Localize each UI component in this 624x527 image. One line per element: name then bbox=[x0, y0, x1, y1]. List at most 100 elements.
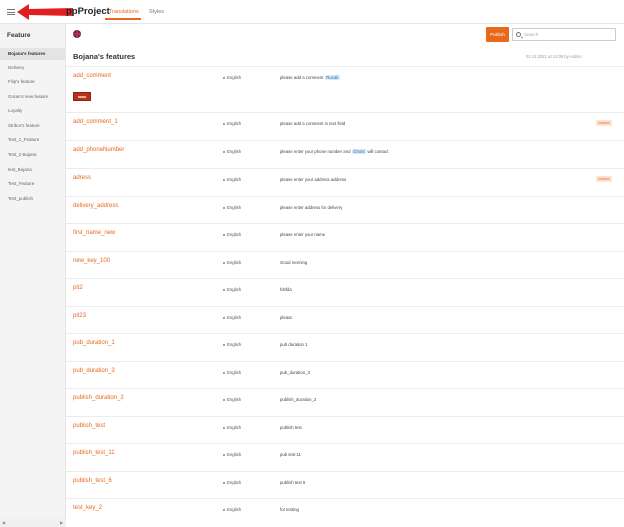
row-value[interactable]: publish test 6 bbox=[280, 480, 305, 485]
sidebar-item-loyalty[interactable]: Loyalty bbox=[0, 105, 65, 117]
row-value[interactable]: pub test 11 bbox=[280, 452, 301, 457]
table-row[interactable]: new_key_100 English Good morning bbox=[66, 251, 624, 278]
sidebar-item-test-feature[interactable]: Test_Feature bbox=[0, 178, 65, 190]
row-language: English bbox=[223, 315, 241, 320]
row-key[interactable]: publish_test_6 bbox=[73, 478, 112, 484]
sidebar-item-filips-feature[interactable]: Filip's feature bbox=[0, 76, 65, 88]
row-language: English bbox=[223, 480, 241, 485]
custom-badge: custom bbox=[596, 176, 612, 182]
sidebar-item-delivery[interactable]: Delivery bbox=[0, 62, 65, 74]
row-key[interactable]: add_comment bbox=[73, 73, 111, 79]
sidebar-item-test-bojana[interactable]: test_Bojana bbox=[0, 164, 65, 176]
table-row[interactable]: pub_duration_1 English pub duration 1 bbox=[66, 333, 624, 361]
row-language-label: English bbox=[227, 370, 242, 375]
sidebar-item-bojanas-features[interactable]: Bojana's features bbox=[0, 48, 65, 60]
row-key[interactable]: pub_duration_3 bbox=[73, 368, 115, 374]
table-row[interactable]: test_key_2 English for testing bbox=[66, 498, 624, 526]
table-row[interactable]: publish_test_6 English publish test 6 bbox=[66, 471, 624, 498]
row-language: English bbox=[223, 177, 241, 182]
row-language: English bbox=[223, 342, 241, 347]
uk-flag-icon[interactable] bbox=[73, 30, 81, 38]
top-bar: ppProject Translations Styles bbox=[0, 0, 624, 24]
row-value-text: fdsfda bbox=[280, 287, 292, 292]
row-key[interactable]: first_name_new bbox=[73, 230, 115, 236]
row-value[interactable]: please enter your name bbox=[280, 232, 325, 237]
row-language-label: English bbox=[227, 149, 242, 154]
sidebar-horizontal-scrollbar[interactable]: ◀ ▶ bbox=[0, 519, 66, 527]
table-row[interactable]: delivery_address English please enter ad… bbox=[66, 196, 624, 223]
tab-translations[interactable]: Translations bbox=[109, 9, 139, 15]
sidebar-item-test-2-bojana[interactable]: Test_2 Bojana bbox=[0, 149, 65, 161]
table-row[interactable]: add_phoneNumber English please enter you… bbox=[66, 140, 624, 168]
search-input[interactable] bbox=[524, 30, 612, 39]
table-row[interactable]: publish_duration_2 English publish_durat… bbox=[66, 388, 624, 416]
row-key[interactable]: pit2 bbox=[73, 285, 83, 291]
row-key[interactable]: add_phoneNumber bbox=[73, 147, 124, 153]
row-language-label: English bbox=[227, 507, 242, 512]
scroll-left-arrow-icon[interactable]: ◀ bbox=[2, 520, 5, 525]
row-value-text: Good morning bbox=[280, 260, 308, 265]
table-row[interactable]: first_name_new English please enter your… bbox=[66, 223, 624, 251]
row-key[interactable]: add_comment_1 bbox=[73, 119, 118, 125]
sidebar-item-test-1-feature[interactable]: Test_1_Feature bbox=[0, 134, 65, 146]
row-value[interactable]: pleaat bbox=[280, 315, 292, 320]
row-value-text: please enter your address address bbox=[280, 177, 347, 182]
row-key[interactable]: pub_duration_1 bbox=[73, 340, 115, 346]
table-row[interactable]: add_comment English please add a comment… bbox=[66, 66, 624, 112]
row-value[interactable]: publish test bbox=[280, 425, 302, 430]
row-key[interactable]: publish_test bbox=[73, 423, 105, 429]
row-language: English bbox=[223, 507, 241, 512]
sidebar-item-stribors-feature[interactable]: Stribor's feature bbox=[0, 120, 65, 132]
row-value[interactable]: pub duration 1 bbox=[280, 342, 307, 347]
row-value[interactable]: Good morning bbox=[280, 260, 307, 265]
language-dot-icon bbox=[223, 76, 225, 79]
row-language-label: English bbox=[227, 452, 242, 457]
row-language: English bbox=[223, 425, 241, 430]
row-value[interactable]: pub_duration_3 bbox=[280, 370, 310, 375]
row-key[interactable]: pit23 bbox=[73, 313, 86, 319]
row-key[interactable]: new_key_100 bbox=[73, 258, 110, 264]
table-row[interactable]: publish_test English publish test bbox=[66, 416, 624, 443]
page-title: Bojana's features bbox=[73, 52, 136, 61]
tab-styles[interactable]: Styles bbox=[149, 9, 164, 15]
row-value-text: publish test 6 bbox=[280, 480, 306, 485]
language-dot-icon bbox=[223, 122, 225, 125]
language-dot-icon bbox=[223, 508, 225, 511]
row-value[interactable]: for testing bbox=[280, 507, 299, 512]
row-key[interactable]: publish_test_11 bbox=[73, 450, 115, 456]
row-language-label: English bbox=[227, 121, 242, 126]
row-value[interactable]: publish_duration_2 bbox=[280, 397, 316, 402]
row-value[interactable]: please enter address for delivery bbox=[280, 205, 342, 210]
row-language-label: English bbox=[227, 480, 242, 485]
row-value-text: pleaat bbox=[280, 315, 292, 320]
table-row[interactable]: publish_test_11 English pub test 11 bbox=[66, 443, 624, 471]
table-row[interactable]: pub_duration_3 English pub_duration_3 bbox=[66, 361, 624, 388]
publish-button[interactable]: Publish bbox=[486, 27, 509, 42]
row-value[interactable]: please enter your phone number and Ghost… bbox=[280, 149, 388, 154]
row-value[interactable]: please enter your address address bbox=[280, 177, 346, 182]
row-language-label: English bbox=[227, 232, 242, 237]
row-image-thumbnail[interactable] bbox=[73, 92, 91, 101]
row-key[interactable]: test_key_2 bbox=[73, 505, 102, 511]
table-row[interactable]: pit2 English fdsfda bbox=[66, 278, 624, 306]
sidebar-item-gorans-new-feature[interactable]: Goran's new feature bbox=[0, 91, 65, 103]
sidebar-item-test-publish[interactable]: Test_publish bbox=[0, 193, 65, 205]
table-row[interactable]: add_comment_1 English please add a comme… bbox=[66, 112, 624, 140]
row-value[interactable]: fdsfda bbox=[280, 287, 292, 292]
row-value[interactable]: please add a comment Rucak bbox=[280, 75, 340, 80]
search-box[interactable] bbox=[512, 28, 616, 41]
row-language: English bbox=[223, 260, 241, 265]
table-row[interactable]: adress English please enter your address… bbox=[66, 168, 624, 196]
row-key[interactable]: delivery_address bbox=[73, 203, 118, 209]
row-language-label: English bbox=[227, 425, 242, 430]
table-row[interactable]: pit23 English pleaat bbox=[66, 306, 624, 333]
row-language-label: English bbox=[227, 342, 242, 347]
scroll-right-arrow-icon[interactable]: ▶ bbox=[60, 520, 63, 525]
hamburger-menu-icon[interactable] bbox=[7, 9, 15, 15]
row-value-text: pub test 11 bbox=[280, 452, 301, 457]
row-key[interactable]: publish_duration_2 bbox=[73, 395, 124, 401]
row-value[interactable]: please add a comment in text field bbox=[280, 121, 345, 126]
sidebar-title: Feature bbox=[7, 32, 31, 39]
language-dot-icon bbox=[223, 206, 225, 209]
row-key[interactable]: adress bbox=[73, 175, 91, 181]
